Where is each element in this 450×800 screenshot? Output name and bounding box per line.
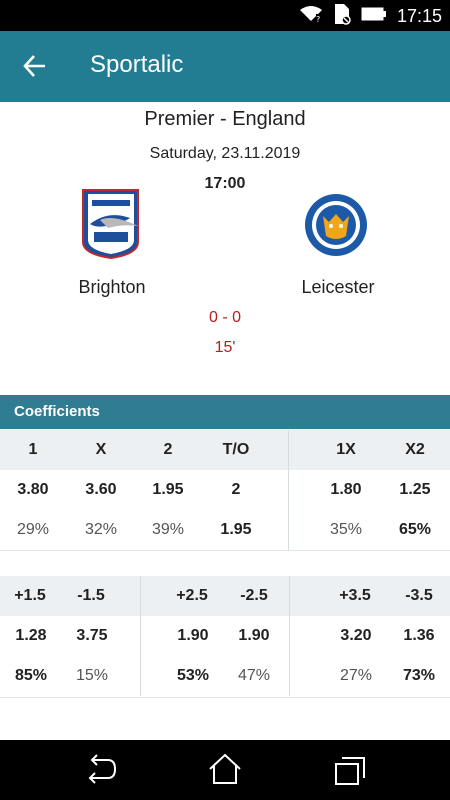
recents-icon[interactable] (332, 752, 368, 788)
header-1x: 1X (336, 441, 356, 458)
home-icon[interactable] (207, 752, 243, 788)
home-team-name: Brighton (78, 277, 146, 297)
percent-plus-3-5: 27% (339, 667, 373, 684)
odd-plus-3-5[interactable]: 3.20 (331, 627, 381, 645)
header-2: 2 (163, 441, 173, 458)
away-team-name: Leicester (301, 277, 375, 297)
odd-plus-2-5[interactable]: 1.90 (168, 627, 218, 645)
percent-1: 29% (16, 521, 50, 538)
percent-minus-1-5: 15% (75, 667, 109, 684)
header-x: X (95, 441, 107, 458)
svg-text:?: ? (316, 15, 320, 23)
section-divider (0, 550, 450, 551)
percent-minus-3-5: 73% (402, 667, 436, 684)
match-score: 0 - 0 (208, 309, 241, 326)
percent-1x: 35% (329, 521, 363, 538)
header-to: T/O (222, 441, 250, 458)
percent-x: 32% (84, 521, 118, 538)
percent-plus-2-5: 53% (176, 667, 210, 684)
header-plus-3-5: +3.5 (339, 587, 371, 604)
app-bar: Sportalic (0, 31, 450, 102)
system-nav-bar (0, 740, 450, 800)
app-title: Sportalic (90, 51, 184, 78)
arrow-left-icon[interactable] (22, 53, 48, 79)
wifi-icon: ? (299, 5, 323, 27)
match-minute: 15' (214, 339, 236, 356)
odd-1x[interactable]: 1.80 (321, 481, 371, 499)
league-name: Premier - England (144, 108, 306, 130)
header-plus-1-5: +1.5 (14, 587, 46, 604)
odd-minus-1-5[interactable]: 3.75 (67, 627, 117, 645)
percent-x2: 65% (398, 521, 432, 538)
header-x2: X2 (405, 441, 425, 458)
home-team-logo (78, 188, 148, 268)
odd-2[interactable]: 1.95 (143, 481, 193, 499)
odd-plus-1-5[interactable]: 1.28 (6, 627, 56, 645)
match-date: Saturday, 23.11.2019 (149, 145, 301, 162)
header-1: 1 (28, 441, 38, 458)
battery-icon (361, 6, 387, 26)
odd-minus-2-5[interactable]: 1.90 (229, 627, 279, 645)
odd-minus-3-5[interactable]: 1.36 (394, 627, 444, 645)
status-bar: ? 17:15 (0, 0, 450, 31)
odd-to[interactable]: 2 (211, 481, 261, 499)
percent-to: 1.95 (220, 521, 252, 538)
odd-x[interactable]: 3.60 (76, 481, 126, 499)
back-icon[interactable] (82, 752, 118, 788)
away-team-logo (303, 192, 373, 272)
status-time: 17:15 (396, 5, 442, 26)
odd-x2[interactable]: 1.25 (390, 481, 440, 499)
header-plus-2-5: +2.5 (176, 587, 208, 604)
odd-1[interactable]: 3.80 (8, 481, 58, 499)
header-minus-3-5: -3.5 (405, 587, 433, 604)
main-divider (288, 430, 289, 550)
handicap-divider-2 (289, 576, 290, 696)
percent-minus-2-5: 47% (237, 667, 271, 684)
bottom-divider (0, 697, 450, 698)
percent-plus-1-5: 85% (14, 667, 48, 684)
coefficients-header: Coefficients (0, 395, 450, 429)
sim-icon (333, 3, 351, 29)
percent-2: 39% (151, 521, 185, 538)
handicap-divider-1 (140, 576, 141, 696)
kickoff-time: 17:00 (204, 175, 246, 192)
header-minus-1-5: -1.5 (77, 587, 105, 604)
header-minus-2-5: -2.5 (240, 587, 268, 604)
